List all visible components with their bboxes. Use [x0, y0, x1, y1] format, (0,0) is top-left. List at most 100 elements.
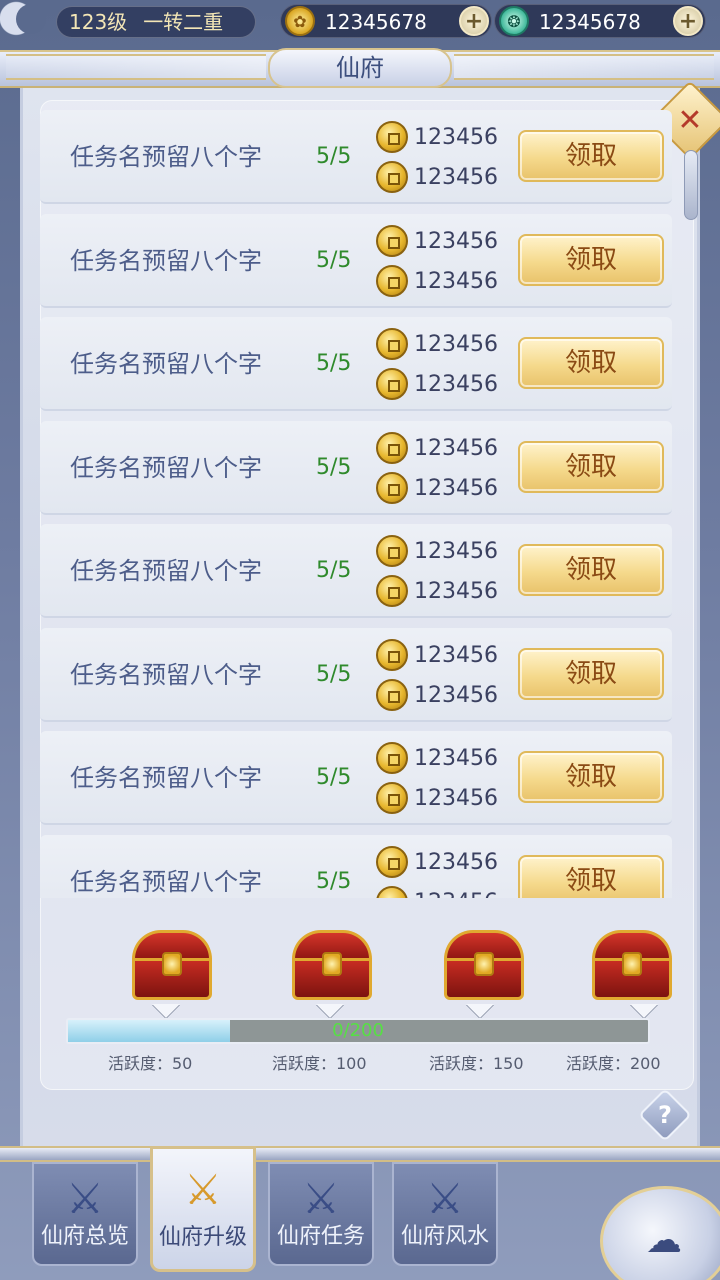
- crossed-swords-icon: ⚔: [302, 1174, 340, 1223]
- claim-button[interactable]: 领取: [518, 751, 664, 803]
- copper-coin-icon: [376, 368, 408, 400]
- task-row: 任务名预留八个字 5/5 123456 123456 领取: [40, 213, 672, 308]
- claim-button[interactable]: 领取: [518, 854, 664, 898]
- bottom-rail: [0, 1146, 720, 1162]
- task-row: 任务名预留八个字 5/5 123456 123456 领取: [40, 627, 672, 722]
- claim-button[interactable]: 领取: [518, 337, 664, 389]
- treasure-chest-icon[interactable]: [440, 930, 528, 1002]
- copper-coin-icon: [376, 535, 408, 567]
- panel-title: 仙府: [268, 48, 452, 88]
- tab-fengshui[interactable]: ⚔ 仙府风水: [392, 1162, 498, 1266]
- task-progress: 5/5: [316, 868, 352, 894]
- copper-coin-icon: [376, 328, 408, 360]
- reward-amount: 123456: [414, 885, 498, 899]
- task-name: 任务名预留八个字: [70, 867, 262, 896]
- task-progress: 5/5: [316, 144, 352, 169]
- reward-amount: 123456: [414, 372, 498, 397]
- add-gold-button[interactable]: +: [459, 6, 489, 36]
- reward-amount: 123456: [414, 849, 498, 875]
- task-name: 任务名预留八个字: [70, 143, 262, 171]
- activity-rewards: 0/200 活跃度：50 活跃度：100 活跃度：150 活跃度：200: [40, 900, 680, 1100]
- task-name: 任务名预留八个字: [70, 660, 262, 689]
- reward-amount: 123456: [414, 435, 498, 461]
- reward-amount: 123456: [414, 746, 498, 771]
- task-row: 任务名预留八个字 5/5 123456 123456 领取: [40, 834, 672, 899]
- copper-coin-icon: [376, 742, 408, 774]
- crossed-swords-icon: ⚔: [184, 1165, 222, 1214]
- task-row: 任务名预留八个字 5/5 123456 123456 领取: [40, 110, 672, 204]
- milestone-marker-icon: [630, 1004, 658, 1018]
- reward-amount: 123456: [414, 539, 498, 564]
- claim-button[interactable]: 领取: [518, 130, 664, 182]
- copper-coin-icon: [376, 885, 408, 898]
- title-ornament-left: [6, 54, 266, 80]
- treasure-chest-icon[interactable]: [288, 930, 376, 1002]
- copper-coin-icon: [376, 431, 408, 464]
- task-row: 任务名预留八个字 5/5 123456 123456 领取: [40, 420, 672, 515]
- auspicious-cloud-icon[interactable]: ☁: [624, 1216, 704, 1266]
- reward-amount: 123456: [414, 475, 498, 501]
- copper-coin-icon: [376, 224, 408, 257]
- task-name: 任务名预留八个字: [70, 764, 262, 792]
- milestone-label: 活跃度：150: [429, 1054, 524, 1073]
- treasure-chest-icon[interactable]: [128, 930, 216, 1002]
- task-row: 任务名预留八个字 5/5 123456 123456 领取: [40, 731, 672, 825]
- milestone-label: 活跃度：50: [108, 1054, 193, 1073]
- task-name: 任务名预留八个字: [70, 557, 262, 585]
- reward-amount: 123456: [414, 268, 498, 294]
- milestone-marker-icon: [152, 1004, 180, 1018]
- add-jade-button[interactable]: +: [673, 6, 703, 36]
- scrollbar[interactable]: [684, 150, 698, 220]
- copper-coin-icon: [376, 161, 408, 193]
- gold-currency: ✿ 12345678 +: [280, 4, 492, 38]
- task-name: 任务名预留八个字: [70, 246, 262, 275]
- task-progress: 5/5: [316, 454, 352, 480]
- copper-coin-icon: [376, 638, 408, 671]
- tab-label: 仙府任务: [276, 1224, 365, 1249]
- copper-coin-icon: [376, 121, 408, 153]
- claim-button[interactable]: 领取: [518, 544, 664, 596]
- tab-label: 仙府总览: [40, 1224, 129, 1249]
- crossed-swords-icon: ⚔: [426, 1174, 464, 1223]
- treasure-chest-icon[interactable]: [588, 930, 676, 1002]
- jade-currency: ❂ 12345678 +: [494, 4, 706, 38]
- reward-amount: 123456: [414, 332, 498, 357]
- milestone-label: 活跃度：100: [272, 1054, 367, 1073]
- tab-label: 仙府风水: [400, 1224, 489, 1249]
- copper-coin-icon: [376, 575, 408, 607]
- help-icon[interactable]: ?: [646, 1096, 684, 1134]
- task-progress: 5/5: [316, 558, 352, 583]
- title-ornament-right: [454, 54, 714, 80]
- player-rebirth: 一转二重: [143, 10, 224, 34]
- copper-coin-icon: [376, 782, 408, 814]
- crossed-swords-icon: ⚔: [66, 1174, 104, 1223]
- milestone-marker-icon: [316, 1004, 344, 1018]
- tab-tasks[interactable]: ⚔ 仙府任务: [268, 1162, 374, 1266]
- task-name: 任务名预留八个字: [70, 350, 262, 378]
- claim-button[interactable]: 领取: [518, 233, 664, 286]
- tab-upgrade[interactable]: ⚔ 仙府升级: [150, 1146, 256, 1272]
- milestone-label: 活跃度：200: [566, 1054, 661, 1073]
- reward-amount: 123456: [414, 786, 498, 811]
- reward-amount: 123456: [414, 228, 498, 254]
- top-status-bar: 123级 一转二重 ✿ 12345678 + ❂ 12345678 +: [0, 0, 720, 46]
- jade-pendant-icon: ❂: [499, 6, 529, 36]
- copper-coin-icon: [376, 264, 408, 297]
- claim-button[interactable]: 领取: [518, 647, 664, 700]
- gold-flower-coin-icon: ✿: [285, 6, 315, 36]
- tab-overview[interactable]: ⚔ 仙府总览: [32, 1162, 138, 1266]
- reward-amount: 123456: [414, 125, 498, 150]
- task-row: 任务名预留八个字 5/5 123456 123456 领取: [40, 524, 672, 618]
- jade-value: 12345678: [539, 10, 641, 34]
- copper-coin-icon: [376, 471, 408, 504]
- copper-coin-icon: [376, 678, 408, 711]
- claim-button[interactable]: 领取: [518, 440, 664, 493]
- copper-coin-icon: [376, 845, 408, 878]
- task-progress: 5/5: [316, 661, 352, 687]
- task-name: 任务名预留八个字: [70, 453, 262, 482]
- reward-amount: 123456: [414, 579, 498, 604]
- player-level: 123级: [69, 10, 128, 34]
- reward-amount: 123456: [414, 682, 498, 708]
- task-list[interactable]: 任务名预留八个字 5/5 123456 123456 领取 任务名预留八个字 5/5 1234…: [40, 110, 672, 898]
- reward-amount: 123456: [414, 642, 498, 668]
